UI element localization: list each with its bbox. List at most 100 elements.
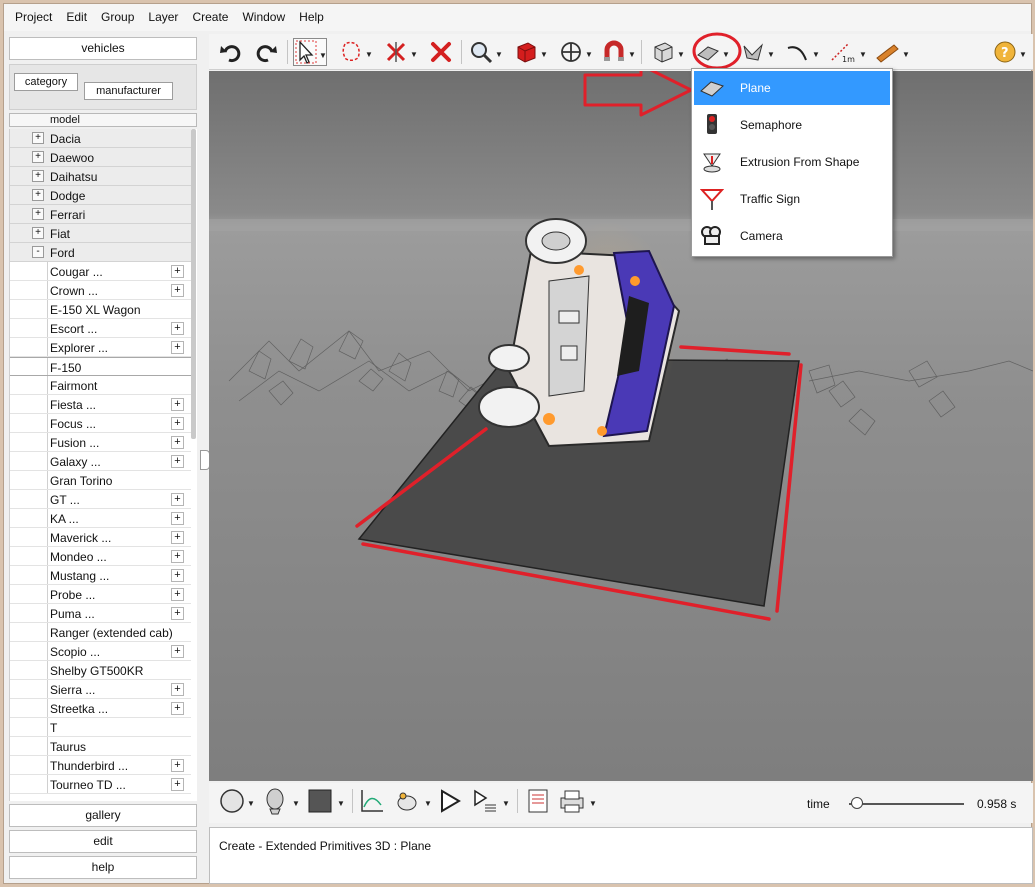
expand-plus-icon[interactable]: + [171,493,184,506]
tree-model-row[interactable]: KA ... + [10,509,191,528]
curve-icon[interactable]: ▼ [786,38,820,66]
tree-model-row[interactable]: Puma ... + [10,604,191,623]
tree-model-row[interactable]: T [10,718,191,737]
expand-plus-icon[interactable]: + [171,645,184,658]
move-icon[interactable]: ▼ [559,38,593,66]
sphere-icon[interactable]: ▼ [219,787,255,815]
expand-plus-icon[interactable]: + [171,455,184,468]
expand-plus-icon[interactable]: + [171,702,184,715]
tree-model-row[interactable]: Ranger (extended cab) [10,623,191,642]
zoom-icon[interactable]: ▼ [469,38,503,66]
tree-model-row[interactable]: Focus ... + [10,414,191,433]
menu-create[interactable]: Create [185,4,235,31]
tree-model-row[interactable]: Mustang ... + [10,566,191,585]
animation-icon[interactable]: ▼ [394,787,432,815]
tree-manufacturer-row[interactable]: + Dodge [10,186,191,205]
tree-model-row[interactable]: F-150 [10,357,191,376]
tree-manufacturer-row[interactable]: + Dacia [10,129,191,148]
expand-plus-icon[interactable]: + [171,531,184,544]
tab-category[interactable]: category [14,73,78,91]
tree-model-row[interactable]: Shelby GT500KR [10,661,191,680]
tree-model-row[interactable]: E-150 XL Wagon [10,300,191,319]
tree-manufacturer-row[interactable]: - Ford [10,243,191,262]
help-icon[interactable]: ? ▼ [993,38,1027,66]
tree-model-row[interactable]: Streetka ... + [10,699,191,718]
tree-model-row[interactable]: Cougar ... + [10,262,191,281]
expand-plus-icon[interactable]: + [171,588,184,601]
vehicles-button[interactable]: vehicles [9,37,197,60]
expand-toggle[interactable]: + [32,151,44,163]
tree-model-row[interactable]: Explorer ... + [10,338,191,357]
wedge-icon[interactable]: ▼ [741,38,775,66]
expand-toggle[interactable]: + [32,227,44,239]
model-column-header[interactable]: model [9,113,197,127]
tree-model-row[interactable]: Sierra ... + [10,680,191,699]
redo-icon[interactable] [254,38,278,66]
lasso-icon[interactable]: ▼ [339,38,373,66]
menu-window[interactable]: Window [235,4,292,31]
expand-toggle[interactable]: + [32,208,44,220]
tree-model-row[interactable]: Tourneo TD ... + [10,775,191,794]
expand-plus-icon[interactable]: + [171,436,184,449]
tree-model-row[interactable]: Mondeo ... + [10,547,191,566]
menu-item-extrusion[interactable]: Extrusion From Shape [694,145,890,179]
tab-manufacturer[interactable]: manufacturer [84,82,173,100]
tree-manufacturer-row[interactable]: + Fiat [10,224,191,243]
head-icon[interactable]: ▼ [262,787,300,815]
gallery-button[interactable]: gallery [9,804,197,827]
expand-plus-icon[interactable]: + [171,284,184,297]
tree-model-row[interactable]: Thunderbird ... + [10,756,191,775]
menu-help[interactable]: Help [292,4,331,31]
box-red-icon[interactable]: ▼ [514,38,548,66]
tree-model-row[interactable]: Escort ... + [10,319,191,338]
menu-edit[interactable]: Edit [59,4,94,31]
expand-plus-icon[interactable]: + [171,683,184,696]
tree-model-row[interactable]: Gran Torino [10,471,191,490]
cube-icon[interactable]: ▼ [651,38,685,66]
expand-plus-icon[interactable]: + [171,512,184,525]
material-swatch-icon[interactable]: ▼ [307,787,345,815]
magnet-icon[interactable]: ▼ [602,38,636,66]
report-icon[interactable] [525,787,551,815]
expand-plus-icon[interactable]: + [171,265,184,278]
delete-x-icon[interactable] [429,38,453,66]
tree-model-row[interactable]: Scopio ... + [10,642,191,661]
menu-project[interactable]: Project [8,4,59,31]
expand-plus-icon[interactable]: + [171,759,184,772]
undo-icon[interactable] [219,38,243,66]
expand-plus-icon[interactable]: + [171,550,184,563]
select-arrow-icon[interactable]: ▼ [293,38,327,66]
ruler-icon[interactable]: ▼ [874,38,910,66]
edit-button[interactable]: edit [9,830,197,853]
menu-item-plane[interactable]: Plane [694,71,890,105]
expand-plus-icon[interactable]: + [171,398,184,411]
tree-model-row[interactable]: Galaxy ... + [10,452,191,471]
expand-plus-icon[interactable]: + [171,569,184,582]
tree-model-row[interactable]: Fusion ... + [10,433,191,452]
tree-model-row[interactable]: GT ... + [10,490,191,509]
help-button[interactable]: help [9,856,197,879]
tree-model-row[interactable]: Taurus [10,737,191,756]
tree-model-row[interactable]: Maverick ... + [10,528,191,547]
expand-plus-icon[interactable]: + [171,417,184,430]
expand-toggle[interactable]: + [32,132,44,144]
graph-icon[interactable] [359,787,385,815]
tree-manufacturer-row[interactable]: + Daihatsu [10,167,191,186]
menu-item-traffic-sign[interactable]: Traffic Sign [694,182,890,216]
expand-plus-icon[interactable]: + [171,322,184,335]
playlist-icon[interactable]: ▼ [472,787,510,815]
expand-plus-icon[interactable]: + [171,778,184,791]
menu-layer[interactable]: Layer [141,4,185,31]
tree-model-row[interactable]: Crown ... + [10,281,191,300]
3d-viewport[interactable] [209,71,1033,781]
menu-item-camera[interactable]: Camera [694,219,890,253]
time-slider-track[interactable] [849,803,964,805]
tree-scrollbar[interactable] [191,129,196,439]
menu-group[interactable]: Group [94,4,141,31]
menu-item-semaphore[interactable]: Semaphore [694,108,890,142]
print-icon[interactable]: ▼ [559,787,597,815]
remove-icon[interactable]: ▼ [384,38,418,66]
expand-toggle[interactable]: + [32,189,44,201]
time-slider-knob[interactable] [851,797,864,809]
expand-toggle[interactable]: - [32,246,44,258]
